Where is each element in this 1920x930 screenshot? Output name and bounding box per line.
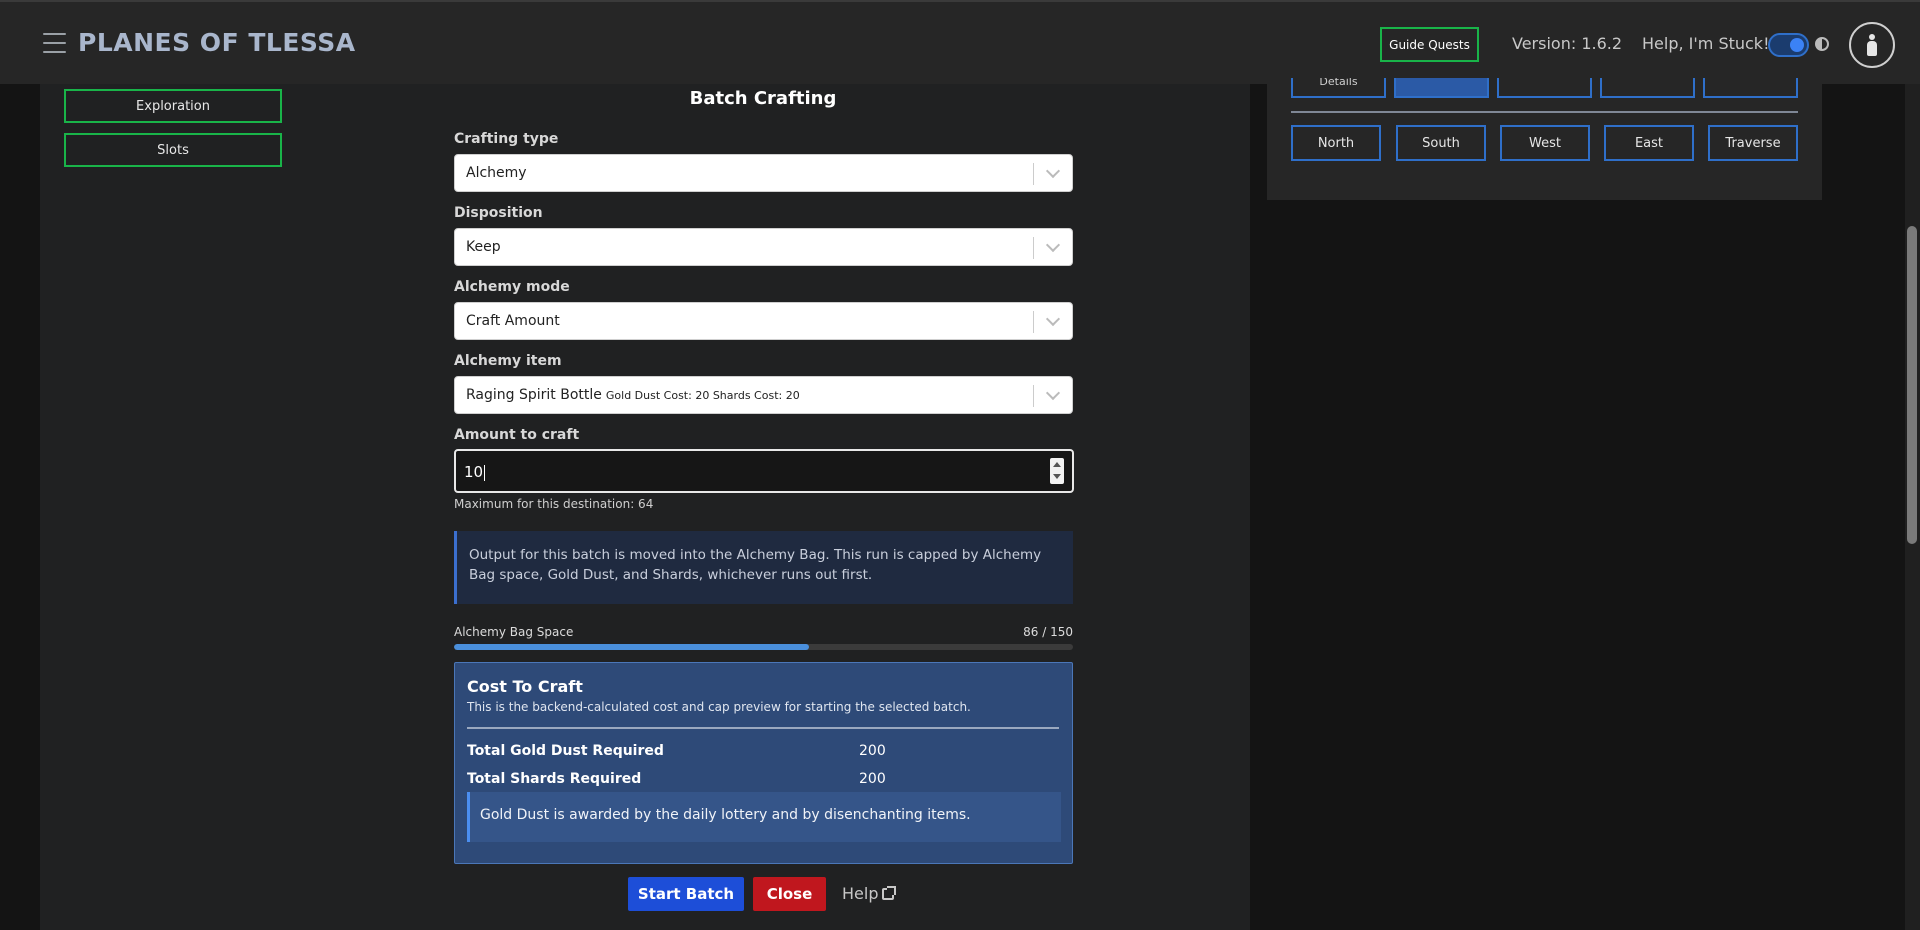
amount-hint: Maximum for this destination: 64: [454, 497, 654, 511]
gold-dust-value: 200: [859, 743, 886, 759]
alchemy-item-cost: Gold Dust Cost: 20 Shards Cost: 20: [605, 389, 800, 402]
sidebar-item-exploration[interactable]: Exploration: [64, 89, 282, 123]
close-button[interactable]: Close: [753, 877, 826, 911]
cost-title: Cost To Craft: [467, 677, 583, 696]
gold-dust-note: Gold Dust is awarded by the daily lotter…: [467, 792, 1061, 842]
help-link[interactable]: Help: [842, 884, 897, 903]
shards-value: 200: [859, 771, 886, 787]
amount-input[interactable]: 10: [454, 449, 1074, 493]
batch-info-alert: Output for this batch is moved into the …: [454, 531, 1073, 604]
alchemy-mode-label: Alchemy mode: [454, 279, 570, 295]
amount-value: 10: [464, 463, 484, 481]
map-tab-4[interactable]: [1600, 78, 1695, 98]
bag-space-progress: [454, 644, 1073, 650]
south-button[interactable]: South: [1396, 125, 1486, 161]
contrast-icon: [1815, 37, 1829, 51]
sidebar-item-slots[interactable]: Slots: [64, 133, 282, 167]
form-title: Batch Crafting: [689, 88, 837, 109]
guide-quests-button[interactable]: Guide Quests: [1380, 27, 1479, 62]
traverse-button[interactable]: Traverse: [1708, 125, 1798, 161]
hamburger-menu-icon[interactable]: [43, 33, 66, 53]
amount-label: Amount to craft: [454, 427, 580, 443]
map-tab-details-label: Details: [1319, 78, 1358, 88]
top-navbar: PLANES OF TLESSA Guide Quests Version: 1…: [0, 0, 1920, 84]
chevron-down-icon: [1045, 311, 1061, 327]
help-link-label: Help: [842, 884, 879, 903]
external-link-icon: [882, 886, 897, 900]
bag-space-count: 86 / 150: [1023, 625, 1073, 639]
chevron-down-icon: [1045, 237, 1061, 253]
alchemy-item-value: Raging Spirit Bottle: [466, 387, 602, 403]
disposition-select[interactable]: Keep: [454, 228, 1073, 266]
map-divider: [1291, 111, 1798, 113]
cost-to-craft-panel: Cost To Craft This is the backend-calcul…: [454, 662, 1073, 864]
person-icon: [1867, 34, 1877, 56]
toggle-knob: [1790, 38, 1804, 52]
map-tab-2[interactable]: [1394, 78, 1489, 98]
start-batch-button[interactable]: Start Batch: [628, 877, 744, 911]
disposition-value: Keep: [466, 239, 501, 255]
quantity-stepper[interactable]: [1050, 458, 1064, 484]
alchemy-item-select[interactable]: Raging Spirit Bottle Gold Dust Cost: 20 S…: [454, 376, 1073, 414]
chevron-down-icon: [1045, 385, 1061, 401]
profile-button[interactable]: [1849, 22, 1895, 68]
stepper-up-icon[interactable]: [1053, 462, 1061, 467]
stepper-down-icon[interactable]: [1053, 474, 1061, 479]
version-label[interactable]: Version: 1.6.2: [1512, 34, 1622, 53]
cost-divider: [467, 727, 1059, 729]
crafting-type-label: Crafting type: [454, 131, 559, 147]
disposition-label: Disposition: [454, 205, 543, 221]
west-button[interactable]: West: [1500, 125, 1590, 161]
crafting-type-value: Alchemy: [466, 165, 527, 181]
shards-label: Total Shards Required: [467, 771, 642, 787]
map-tab-5[interactable]: [1703, 78, 1798, 98]
cost-subtitle: This is the backend-calculated cost and …: [467, 700, 971, 714]
alchemy-item-label: Alchemy item: [454, 353, 562, 369]
north-button[interactable]: North: [1291, 125, 1381, 161]
map-tab-details[interactable]: Details: [1291, 78, 1386, 98]
alchemy-mode-select[interactable]: Craft Amount: [454, 302, 1073, 340]
bag-space-fill: [454, 644, 809, 650]
dark-mode-toggle[interactable]: [1768, 33, 1809, 57]
map-tab-3[interactable]: [1497, 78, 1592, 98]
chevron-down-icon: [1045, 163, 1061, 179]
alchemy-mode-value: Craft Amount: [466, 313, 560, 329]
brand-title[interactable]: PLANES OF TLESSA: [78, 28, 356, 57]
bag-space-label: Alchemy Bag Space: [454, 625, 574, 639]
scrollbar-thumb[interactable]: [1907, 226, 1917, 544]
crafting-type-select[interactable]: Alchemy: [454, 154, 1073, 192]
help-stuck-link[interactable]: Help, I'm Stuck!: [1642, 34, 1769, 53]
east-button[interactable]: East: [1604, 125, 1694, 161]
gold-dust-label: Total Gold Dust Required: [467, 743, 664, 759]
